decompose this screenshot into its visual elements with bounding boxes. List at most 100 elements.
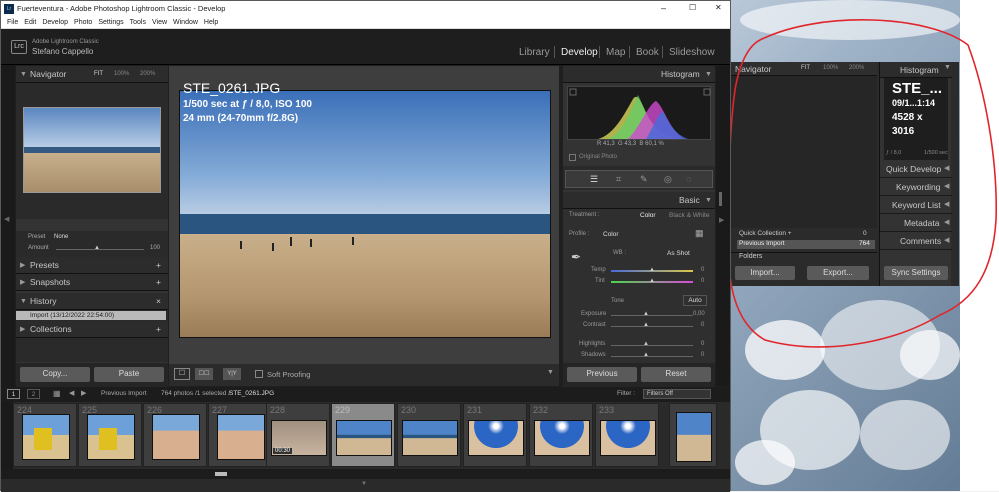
- loupe-view: STE_0261.JPG 1/500 sec at ƒ / 8,0, ISO 1…: [169, 66, 559, 364]
- original-photo-checkbox[interactable]: [569, 154, 576, 161]
- toolbar-menu-icon[interactable]: ▼: [547, 369, 554, 376]
- presets-add-icon[interactable]: +: [156, 257, 161, 274]
- crop-icon[interactable]: ⌗: [616, 174, 621, 185]
- previous-button[interactable]: Previous: [567, 367, 637, 382]
- video-duration: 00:30: [273, 448, 293, 454]
- menu-photo[interactable]: Photo: [74, 17, 92, 29]
- filter-dropdown[interactable]: Filters Off: [643, 389, 711, 399]
- temp-value: 0: [701, 267, 705, 273]
- filmstrip-thumb[interactable]: 232: [529, 403, 593, 467]
- wb-label: WB :: [613, 250, 626, 256]
- paste-settings-button[interactable]: Paste: [94, 367, 164, 382]
- amount-slider-thumb[interactable]: ▲: [94, 245, 100, 251]
- menu-view[interactable]: View: [152, 17, 167, 29]
- wb-value[interactable]: As Shot: [667, 250, 690, 257]
- shadows-slider-thumb[interactable]: ▲: [643, 352, 649, 358]
- zoom-200[interactable]: 200%: [140, 66, 155, 83]
- filmstrip-thumb[interactable]: 230: [397, 403, 461, 467]
- amount-label: Amount: [28, 245, 49, 251]
- presets-title: Presets: [30, 260, 59, 270]
- collections-add-icon[interactable]: +: [156, 321, 161, 338]
- highlights-label: Highlights: [579, 341, 606, 347]
- presets-panel-header[interactable]: ▶ Presets +: [16, 257, 168, 274]
- photo-count: 764 photos /1 selected /: [161, 390, 231, 397]
- tint-value: 0: [701, 278, 705, 284]
- snapshots-panel-header[interactable]: ▶ Snapshots +: [16, 274, 168, 291]
- treatment-bw[interactable]: Black & White: [669, 212, 709, 219]
- forward-arrow-icon[interactable]: ▶: [81, 389, 86, 397]
- reset-button[interactable]: Reset: [641, 367, 711, 382]
- menu-file[interactable]: File: [7, 17, 18, 29]
- filmstrip-scrollbar[interactable]: [1, 469, 730, 479]
- left-button-bar: Copy... Paste: [16, 363, 168, 387]
- auto-tone-button[interactable]: Auto: [683, 295, 707, 306]
- grid-icon[interactable]: ▦: [53, 389, 61, 398]
- app-name: Adobe Lightroom Classic: [32, 39, 99, 45]
- treatment-color[interactable]: Color: [640, 212, 656, 219]
- menu-help[interactable]: Help: [204, 17, 218, 29]
- profile-browser-icon[interactable]: ▦: [695, 228, 704, 239]
- filmstrip-thumb[interactable]: [669, 403, 717, 467]
- temp-slider-thumb[interactable]: ▲: [649, 267, 655, 273]
- before-after-icon[interactable]: ☐☐: [195, 368, 213, 380]
- history-item[interactable]: Import (13/12/2022 22:54:00): [16, 311, 166, 320]
- navigator-collapse-icon[interactable]: ▼: [20, 66, 27, 83]
- soft-proofing-checkbox[interactable]: [255, 370, 263, 378]
- filmstrip-header: 1 2 ▦ ◀ ▶ Previous Import 764 photos /1 …: [1, 387, 730, 402]
- filmstrip-thumb-selected[interactable]: 229: [331, 403, 395, 467]
- filmstrip-thumb[interactable]: 233: [595, 403, 659, 467]
- menu-settings[interactable]: Settings: [98, 17, 123, 29]
- filmstrip-thumb[interactable]: 224: [13, 403, 77, 467]
- main-photo[interactable]: [179, 90, 551, 338]
- profile-value[interactable]: Color: [603, 231, 619, 238]
- menu-edit[interactable]: Edit: [24, 17, 36, 29]
- filmstrip-collapse-icon[interactable]: ▼: [361, 481, 367, 487]
- menu-develop[interactable]: Develop: [42, 17, 68, 29]
- close-button[interactable]: ✕: [715, 3, 722, 12]
- exposure-slider-thumb[interactable]: ▲: [643, 311, 649, 317]
- module-map[interactable]: Map: [606, 47, 625, 58]
- filmstrip-thumb[interactable]: 225: [78, 403, 142, 467]
- contrast-slider-thumb[interactable]: ▲: [643, 322, 649, 328]
- filmstrip-thumb[interactable]: 231: [463, 403, 527, 467]
- module-slideshow[interactable]: Slideshow: [669, 47, 715, 58]
- minimize-button[interactable]: –: [661, 3, 666, 13]
- history-panel-header[interactable]: ▼ History ×: [16, 293, 168, 310]
- histogram-graph[interactable]: [567, 86, 711, 140]
- menu-window[interactable]: Window: [173, 17, 198, 29]
- right-panel: Histogram ▼ R 41,3 G 43,3 B 60,1 % Origin…: [563, 66, 715, 386]
- histogram-curves: [569, 88, 711, 139]
- main-window-button[interactable]: 1: [7, 389, 20, 399]
- right-panel-scrollbar[interactable]: ▶: [716, 66, 730, 386]
- soft-proofing-label: Soft Proofing: [267, 370, 311, 379]
- red-eye-icon[interactable]: ◎: [664, 174, 672, 185]
- module-develop[interactable]: Develop: [561, 47, 598, 58]
- module-book[interactable]: Book: [636, 47, 659, 58]
- edit-sliders-icon[interactable]: ☰: [590, 174, 598, 185]
- zoom-fit[interactable]: FIT: [94, 66, 103, 83]
- menu-tools[interactable]: Tools: [130, 17, 146, 29]
- collections-panel-header[interactable]: ▶ Collections +: [16, 321, 168, 338]
- masking-icon[interactable]: ◌: [686, 174, 691, 184]
- highlights-slider-thumb[interactable]: ▲: [643, 341, 649, 347]
- back-arrow-icon[interactable]: ◀: [69, 389, 74, 397]
- snapshots-add-icon[interactable]: +: [156, 274, 161, 291]
- navigator-preview[interactable]: [23, 107, 161, 193]
- second-window-button[interactable]: 2: [27, 389, 40, 399]
- filmstrip-source[interactable]: Previous Import: [101, 390, 147, 397]
- filmstrip-thumb[interactable]: 228 00:30: [266, 403, 330, 467]
- amount-value: 100: [150, 245, 161, 251]
- tint-slider-thumb[interactable]: ▲: [649, 278, 655, 284]
- module-library[interactable]: Library: [519, 47, 550, 58]
- copy-settings-button[interactable]: Copy...: [20, 367, 90, 382]
- maximize-button[interactable]: ☐: [689, 3, 696, 12]
- filmstrip-thumb[interactable]: 227: [208, 403, 272, 467]
- before-after-swap-icon[interactable]: Y|Y: [223, 368, 241, 380]
- history-clear-icon[interactable]: ×: [156, 293, 161, 310]
- loupe-view-icon[interactable]: ☐: [174, 368, 190, 380]
- filmstrip-thumb[interactable]: 226: [143, 403, 207, 467]
- healing-icon[interactable]: ✎: [640, 174, 648, 185]
- wb-eyedropper-icon[interactable]: ✒: [571, 250, 581, 264]
- preset-value[interactable]: None: [54, 234, 68, 240]
- zoom-100[interactable]: 100%: [114, 66, 129, 83]
